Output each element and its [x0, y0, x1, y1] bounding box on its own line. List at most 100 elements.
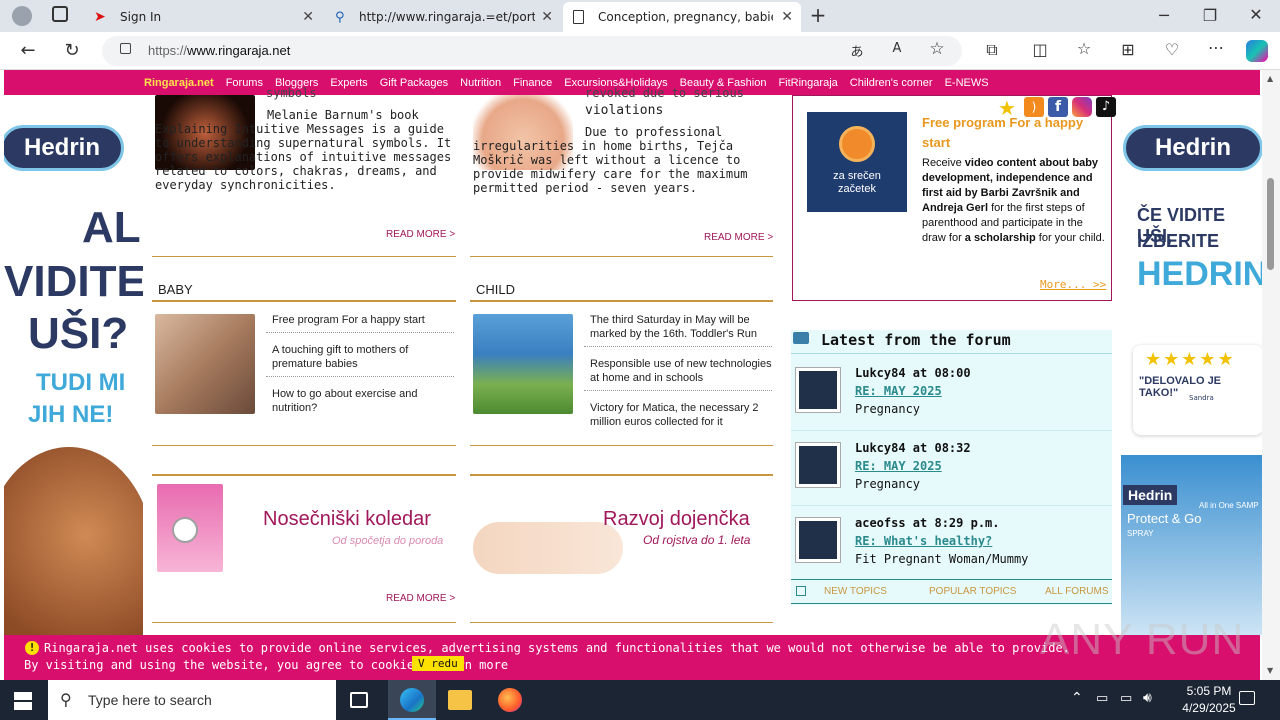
cookie-accept-button[interactable]: V redu: [412, 656, 464, 671]
more-menu-icon[interactable]: ⋯: [1206, 38, 1226, 57]
infant-image[interactable]: [473, 522, 623, 574]
forum-avatar-icon[interactable]: [796, 518, 840, 562]
address-bar[interactable]: https://www.ringaraja.net あ A ☆: [102, 36, 962, 66]
nav-item-gift-packages[interactable]: Gift Packages: [380, 77, 448, 89]
favorites-icon[interactable]: ☆: [1074, 39, 1094, 58]
section-heading-child[interactable]: CHILD: [476, 282, 515, 297]
read-aloud-icon[interactable]: A: [888, 41, 906, 56]
restore-icon[interactable]: ❐: [1202, 6, 1218, 25]
forum-post-category[interactable]: Pregnancy: [855, 402, 920, 416]
forum-post-link[interactable]: RE: MAY 2025: [855, 384, 942, 398]
nav-item-nutrition[interactable]: Nutrition: [460, 77, 501, 89]
forum-post-category[interactable]: Pregnancy: [855, 477, 920, 491]
read-more-link[interactable]: READ MORE >: [704, 232, 773, 243]
extensions-icon[interactable]: ⧉: [982, 40, 1002, 60]
minimize-icon[interactable]: ─: [1156, 6, 1172, 25]
windows-start-icon[interactable]: [14, 692, 32, 710]
section-rule: [470, 474, 773, 476]
scroll-down-icon[interactable]: ▼: [1267, 666, 1273, 675]
nav-item-experts[interactable]: Experts: [330, 77, 367, 89]
forum-avatar-icon[interactable]: [796, 443, 840, 487]
show-hidden-icons[interactable]: ⌃: [1071, 690, 1083, 706]
nav-item-finance[interactable]: Finance: [513, 77, 552, 89]
nav-item-fitringaraja[interactable]: FitRingaraja: [778, 77, 837, 89]
forum-popular-topics-link[interactable]: POPULAR TOPICS: [929, 586, 1016, 597]
close-tab-icon[interactable]: ✕: [302, 9, 314, 25]
read-more-link[interactable]: READ MORE >: [386, 229, 455, 240]
promo-title-calendar[interactable]: Nosečniški koledar: [263, 508, 431, 531]
forum-avatar-icon[interactable]: [796, 368, 840, 412]
scrollbar-thumb[interactable]: [1267, 178, 1274, 270]
scroll-up-icon[interactable]: ▲: [1267, 74, 1273, 83]
child-link-1[interactable]: The third Saturday in May will be marked…: [590, 313, 772, 341]
divider: [470, 256, 773, 257]
rating-stars: ★★★★★: [1145, 349, 1236, 370]
nav-brand-link[interactable]: Ringaraja.net: [144, 77, 214, 89]
forum-all-forums-link[interactable]: ALL FORUMS: [1045, 586, 1109, 597]
read-more-link[interactable]: READ MORE >: [386, 593, 455, 604]
baby-section-image[interactable]: [155, 314, 255, 414]
program-title[interactable]: Free program For a happy start: [922, 113, 1106, 153]
forum-panel: Latest from the forum Lukcy84 at 08:00 R…: [791, 330, 1112, 605]
program-more-link[interactable]: More... >>: [1040, 278, 1106, 291]
forum-new-topics-link[interactable]: NEW TOPICS: [824, 586, 887, 597]
edge-taskbar-icon[interactable]: [388, 680, 436, 720]
notifications-icon[interactable]: [1239, 691, 1255, 705]
task-view-icon[interactable]: [350, 692, 368, 708]
divider: [791, 505, 1112, 506]
forum-post-link[interactable]: RE: What's healthy?: [855, 534, 992, 548]
child-link-3[interactable]: Victory for Matica, the necessary 2 mill…: [590, 401, 772, 429]
url-host: www.ringaraja.net: [187, 43, 291, 58]
nav-item-forums[interactable]: Forums: [226, 77, 263, 89]
hedrin-ad-left[interactable]: Hedrin ALI VIDITE UŠI? TUDI MI JIH NE!: [4, 95, 143, 635]
baby-link-3[interactable]: How to go about exercise and nutrition?: [272, 387, 456, 415]
baby-link-1[interactable]: Free program For a happy start: [272, 313, 456, 327]
section-heading-baby[interactable]: BABY: [158, 282, 193, 297]
program-logo[interactable]: za srečen začetek: [807, 112, 907, 212]
forum-post-category[interactable]: Fit Pregnant Woman/Mummy: [855, 552, 1028, 566]
forum-post-user: aceofss at 8:29 p.m.: [855, 516, 1000, 530]
collections-icon[interactable]: ⊞: [1118, 40, 1138, 59]
close-window-icon[interactable]: ✕: [1248, 5, 1264, 24]
translate-icon[interactable]: あ: [848, 41, 866, 60]
firefox-icon[interactable]: [498, 688, 522, 712]
tab-portlet[interactable]: ⚲ http://www.ringaraja.=et/portlet ✕: [325, 2, 561, 32]
child-link-2[interactable]: Responsible use of new technologies at h…: [590, 357, 772, 385]
nav-item-childrens-corner[interactable]: Children's corner: [850, 77, 933, 89]
volume-icon[interactable]: 🔊︎: [1143, 690, 1152, 706]
split-screen-icon[interactable]: ◫: [1030, 40, 1050, 59]
tab-ringaraja[interactable]: Conception, pregnancy, babies a ✕: [563, 2, 801, 32]
article-title-partial[interactable]: revoked due to serious: [585, 86, 744, 100]
baby-link-2[interactable]: A touching gift to mothers of premature …: [272, 343, 456, 371]
forum-post-link[interactable]: RE: MAY 2025: [855, 459, 942, 473]
network-icon[interactable]: ▭: [1096, 691, 1108, 706]
browser-essentials-icon[interactable]: ♡: [1162, 40, 1182, 59]
vertical-scrollbar[interactable]: ▲ ▼: [1262, 70, 1280, 680]
section-rule: [470, 300, 773, 302]
promo-title-development[interactable]: Razvoj dojenčka: [603, 508, 750, 531]
tab-actions-icon[interactable]: [52, 6, 68, 22]
hedrin-ad-right[interactable]: Hedrin ČE VIDITE UŠI, IZBERITE HEDRIN ★★…: [1121, 95, 1262, 635]
file-explorer-icon[interactable]: [448, 690, 472, 710]
tab-sign-in[interactable]: ➤ Sign In ✕: [84, 2, 322, 32]
profile-avatar-icon[interactable]: [12, 6, 32, 26]
product-pack-label: All in One SAMP: [1199, 501, 1259, 510]
child-section-image[interactable]: [473, 314, 573, 414]
close-tab-icon[interactable]: ✕: [541, 9, 553, 25]
clock-icon: [172, 517, 198, 543]
lock-icon: [120, 43, 131, 54]
copilot-icon[interactable]: [1246, 40, 1268, 62]
taskbar-search-box[interactable]: ⚲ Type here to search: [48, 680, 336, 720]
new-tab-button[interactable]: +: [808, 3, 828, 27]
back-icon[interactable]: ←: [18, 40, 38, 61]
clock-time[interactable]: 5:05 PM: [1174, 684, 1244, 698]
article-title-tail[interactable]: symbols: [266, 86, 317, 100]
divider: [791, 430, 1112, 431]
article-title-tail[interactable]: violations: [585, 104, 663, 118]
description-part: for your child.: [1035, 232, 1105, 244]
nav-item-enews[interactable]: E-NEWS: [945, 77, 989, 89]
favorite-star-icon[interactable]: ☆: [928, 39, 946, 59]
battery-icon[interactable]: ▭: [1120, 691, 1132, 706]
refresh-icon[interactable]: ↻: [62, 40, 82, 61]
close-tab-icon[interactable]: ✕: [781, 9, 793, 25]
